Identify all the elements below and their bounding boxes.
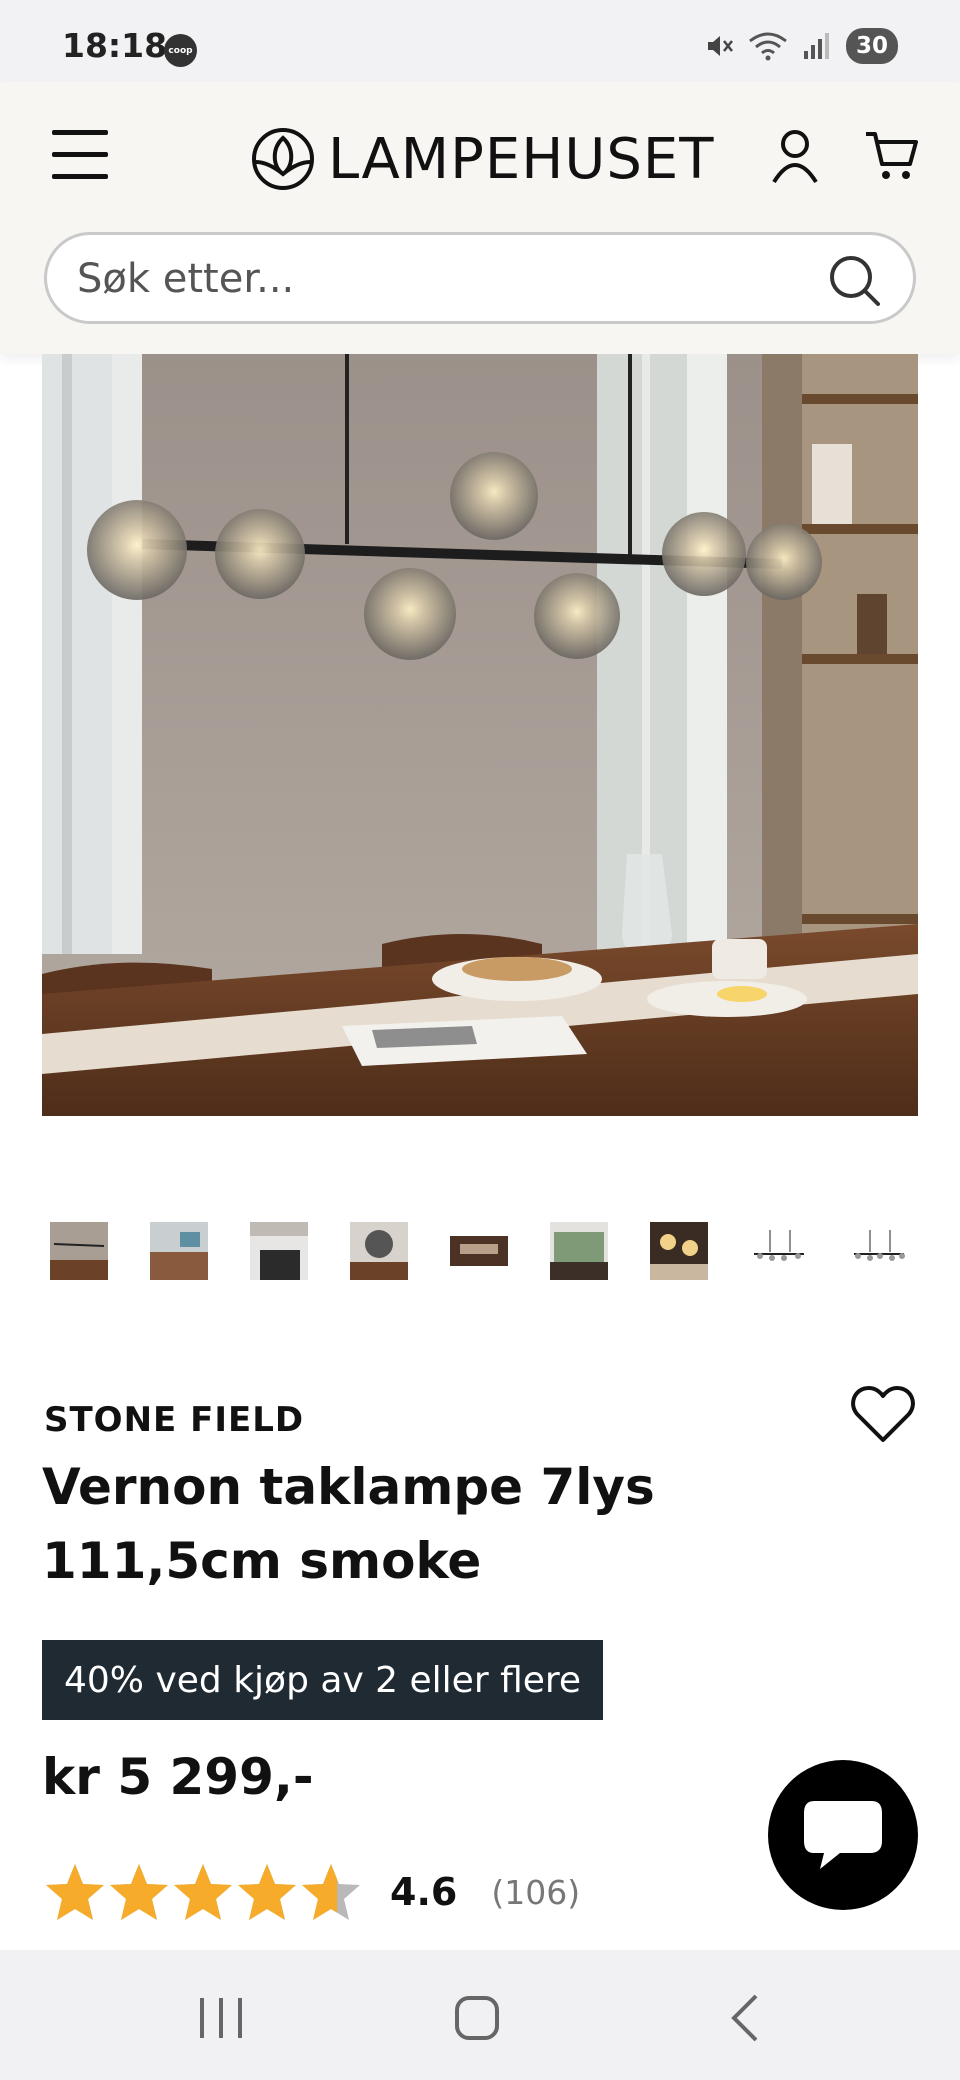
promo-badge: 40% ved kjøp av 2 eller flere [42, 1640, 604, 1720]
carrier-badge: coop [164, 34, 197, 67]
search-box [44, 232, 916, 324]
site-logo[interactable]: LAMPEHUSET [250, 124, 715, 194]
star-icon [110, 1864, 168, 1920]
rating-count: (106) [491, 1872, 581, 1912]
home-button[interactable] [442, 1988, 512, 2048]
star-icon [238, 1864, 296, 1920]
status-time: 18:18 [62, 26, 168, 65]
lampehuset-logo-icon [252, 128, 314, 190]
user-icon [772, 130, 818, 184]
menu-icon [52, 130, 108, 135]
menu-button[interactable] [52, 130, 108, 182]
wifi-icon [749, 32, 787, 61]
thumbnail-4[interactable] [350, 1222, 408, 1280]
product-price: kr 5 299,- [42, 1748, 314, 1806]
thumbnail-strip [50, 1214, 920, 1290]
thumbnail-6[interactable] [550, 1222, 608, 1280]
thumbnail-9[interactable] [850, 1222, 908, 1280]
product-main-image[interactable] [42, 354, 918, 1116]
product-title: Vernon taklampe 7lys 111,5cm smoke [42, 1458, 655, 1590]
thumbnail-7[interactable] [650, 1222, 708, 1280]
thumbnail-2[interactable] [150, 1222, 208, 1280]
star-icon [174, 1864, 232, 1920]
favorite-button[interactable] [850, 1384, 916, 1444]
search-icon [830, 256, 880, 306]
recent-apps-icon [200, 1998, 242, 2038]
logo-text: LAMPEHUSET [328, 126, 715, 192]
heart-icon [851, 1386, 915, 1442]
signal-icon [803, 33, 829, 59]
product-rating[interactable]: 4.6 (106) [44, 1862, 580, 1922]
thumbnail-8[interactable] [750, 1222, 808, 1280]
recent-apps-button[interactable] [186, 1988, 256, 2048]
status-bar: 18:18 coop 30 [0, 0, 960, 82]
star-icon [302, 1864, 360, 1920]
search-button[interactable] [827, 253, 883, 309]
star-icon [46, 1864, 104, 1920]
thumbnail-1[interactable] [50, 1222, 108, 1280]
product-photo [42, 354, 918, 1116]
chat-bubble-icon [804, 1801, 882, 1869]
mute-icon [707, 36, 733, 56]
cart-button[interactable] [864, 128, 920, 184]
back-button[interactable] [712, 1988, 782, 2048]
account-button[interactable] [770, 128, 820, 184]
home-icon [455, 1996, 499, 2040]
thumbnail-3[interactable] [250, 1222, 308, 1280]
cart-icon [866, 132, 918, 179]
rating-value: 4.6 [390, 1870, 458, 1914]
system-nav-bar [0, 1950, 960, 2080]
thumbnail-5[interactable] [450, 1222, 508, 1280]
rating-stars [44, 1862, 362, 1922]
battery-indicator: 30 [845, 28, 898, 64]
chat-button[interactable] [768, 1760, 918, 1910]
status-icons: 30 [704, 28, 898, 64]
product-brand[interactable]: STONE FIELD [44, 1400, 304, 1440]
site-header: LAMPEHUSET [0, 82, 960, 354]
back-icon [731, 1994, 758, 2042]
search-input[interactable] [77, 253, 817, 305]
